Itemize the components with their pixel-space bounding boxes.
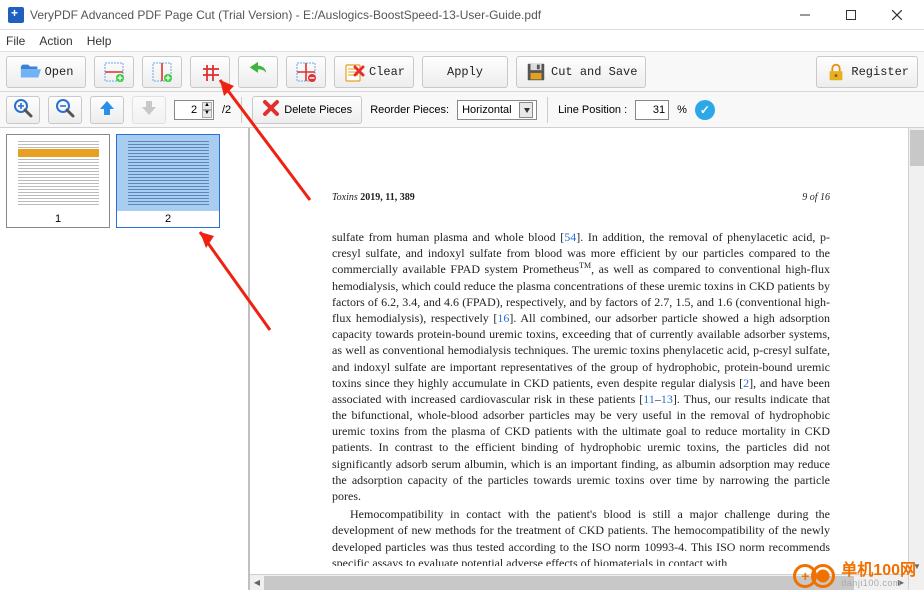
open-label: Open: [45, 65, 74, 79]
thumbnail-number: 2: [165, 211, 171, 227]
watermark: 单机100网 danji100.com: [793, 563, 916, 588]
apply-label: Apply: [447, 65, 483, 79]
arrow-up-icon: [97, 98, 117, 121]
page-number-input[interactable]: 2 ▲▼: [174, 100, 214, 120]
window-controls: [782, 0, 920, 30]
open-button[interactable]: Open: [6, 56, 86, 88]
minimize-button[interactable]: [782, 0, 828, 30]
delete-pieces-label: Delete Pieces: [284, 104, 352, 116]
vertical-scrollbar[interactable]: ▲ ▼: [908, 128, 924, 590]
grid-delete-icon: [295, 61, 317, 83]
clear-icon: [343, 61, 365, 83]
document-page: Toxins 2019, 11, 389 9 of 16 sulfate fro…: [262, 134, 890, 566]
spinner-arrows[interactable]: ▲▼: [202, 102, 212, 118]
doc-body-2: Hemocompatibility in contact with the pa…: [332, 506, 830, 566]
lock-icon: [825, 61, 847, 83]
doc-header-left: Toxins 2019, 11, 389: [332, 192, 415, 203]
thumbnail-page-1[interactable]: 1: [6, 134, 110, 228]
maximize-button[interactable]: [828, 0, 874, 30]
scroll-left-icon[interactable]: ◀: [250, 576, 264, 590]
thumbnail-page-2[interactable]: 2: [116, 134, 220, 228]
register-label: Register: [851, 65, 909, 79]
doc-body-1: sulfate from human plasma and whole bloo…: [332, 229, 830, 504]
folder-open-icon: [19, 61, 41, 83]
zoom-out-button[interactable]: [48, 96, 82, 124]
grid-hash-icon: [199, 61, 221, 83]
grid-add-h-icon: [103, 61, 125, 83]
title-bar: VeryPDF Advanced PDF Page Cut (Trial Ver…: [0, 0, 924, 30]
percent-label: %: [677, 104, 687, 116]
scroll-thumb[interactable]: [910, 130, 924, 166]
clear-label: Clear: [369, 65, 405, 79]
delete-pieces-button[interactable]: Delete Pieces: [252, 96, 362, 124]
window-title: VeryPDF Advanced PDF Page Cut (Trial Ver…: [30, 8, 782, 22]
menu-bar: File Action Help: [0, 30, 924, 52]
thumbnail-image: [7, 135, 109, 211]
menu-file[interactable]: File: [6, 34, 25, 48]
clear-button[interactable]: Clear: [334, 56, 414, 88]
line-position-value: 31: [653, 104, 665, 116]
grid-lines-button[interactable]: [190, 56, 230, 88]
confirm-button[interactable]: ✓: [695, 100, 715, 120]
app-icon: [8, 7, 24, 23]
scroll-thumb[interactable]: [264, 576, 854, 590]
check-icon: ✓: [700, 103, 710, 117]
undo-button[interactable]: [238, 56, 278, 88]
watermark-text-sub: danji100.com: [841, 579, 916, 588]
doc-header-right: 9 of 16: [802, 192, 830, 203]
main-area: 1 2 Toxins 2019, 11, 389 9 of 16 sulfate…: [0, 128, 924, 590]
separator: [241, 97, 242, 123]
add-vertical-line-button[interactable]: [142, 56, 182, 88]
main-toolbar: Open Clear Apply Cut: [0, 52, 924, 92]
add-horizontal-line-button[interactable]: [94, 56, 134, 88]
undo-icon: [247, 61, 269, 83]
secondary-toolbar: 2 ▲▼ /2 Delete Pieces Reorder Pieces: Ho…: [0, 92, 924, 128]
line-position-input[interactable]: 31: [635, 100, 669, 120]
prev-page-button[interactable]: [90, 96, 124, 124]
document-view[interactable]: Toxins 2019, 11, 389 9 of 16 sulfate fro…: [250, 128, 924, 590]
watermark-logo-icon: [793, 564, 835, 588]
reorder-select[interactable]: Horizontal: [457, 100, 537, 120]
line-position-label: Line Position :: [558, 104, 627, 116]
apply-button[interactable]: Apply: [422, 56, 508, 88]
register-button[interactable]: Register: [816, 56, 918, 88]
close-button[interactable]: [874, 0, 920, 30]
cut-and-save-label: Cut and Save: [551, 65, 637, 79]
zoom-in-icon: [13, 98, 33, 121]
next-page-button[interactable]: [132, 96, 166, 124]
separator: [547, 97, 548, 123]
zoom-out-icon: [55, 98, 75, 121]
cut-and-save-button[interactable]: Cut and Save: [516, 56, 646, 88]
watermark-text-main: 单机100网: [841, 563, 916, 579]
arrow-down-icon: [139, 98, 159, 121]
thumbnail-panel: 1 2: [0, 128, 250, 590]
grid-add-v-icon: [151, 61, 173, 83]
reorder-value: Horizontal: [462, 104, 512, 116]
thumbnail-image: [117, 135, 219, 211]
page-number-value: 2: [191, 104, 197, 116]
menu-help[interactable]: Help: [87, 34, 112, 48]
menu-action[interactable]: Action: [39, 34, 72, 48]
delete-line-button[interactable]: [286, 56, 326, 88]
zoom-in-button[interactable]: [6, 96, 40, 124]
thumbnail-number: 1: [55, 211, 61, 227]
reorder-label: Reorder Pieces:: [370, 104, 449, 116]
page-total-label: /2: [222, 104, 231, 116]
delete-x-icon: [262, 99, 280, 120]
save-icon: [525, 61, 547, 83]
